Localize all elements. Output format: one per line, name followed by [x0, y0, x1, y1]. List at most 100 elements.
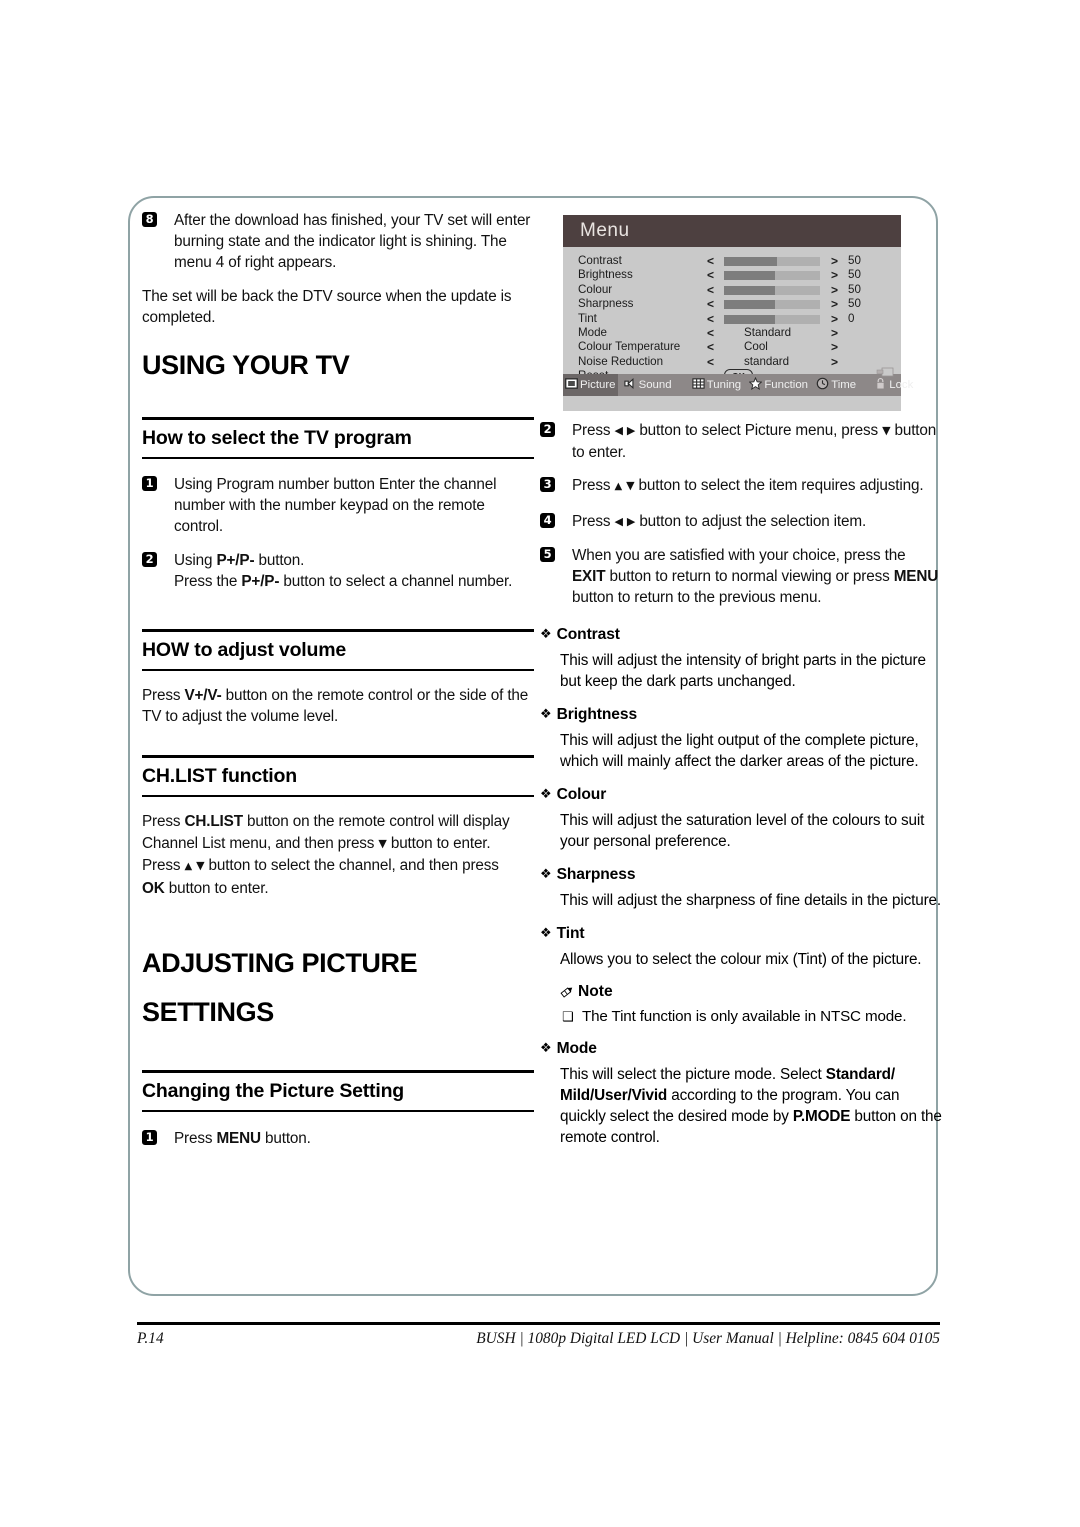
osd-tab-function-label: Function [764, 379, 809, 391]
note-item-text: The Tint function is only available in N… [582, 1008, 907, 1026]
osd-tab-lock[interactable]: Lock [872, 374, 916, 396]
feature-title-brightness: ❖ Brightness [540, 705, 942, 726]
osd-tab-function[interactable]: Function [747, 374, 811, 396]
page-title-settings: SETTINGS [142, 997, 274, 1028]
osd-decrease-icon[interactable]: < [707, 268, 714, 282]
volume-body-bold: V+/V- [184, 687, 222, 705]
volume-body-pre: Press [142, 687, 185, 705]
osd-row-noise-reduction[interactable]: Noise Reduction < standard > [563, 355, 901, 369]
osd-tab-time[interactable]: Time [814, 374, 859, 396]
osd-label-sharpness: Sharpness [578, 297, 634, 311]
osd-increase-icon[interactable]: > [831, 297, 838, 311]
plug-connector-icon [876, 367, 894, 377]
osd-increase-icon[interactable]: > [831, 283, 838, 297]
diamond-bullet-icon: ❖ [540, 1041, 552, 1057]
picture-step-3-pre: Press [572, 477, 611, 495]
osd-row-mode[interactable]: Mode < Standard > [563, 326, 901, 340]
osd-row-contrast[interactable]: Contrast < > 50 [563, 254, 901, 268]
osd-tab-picture-label: Picture [580, 379, 616, 391]
picture-step-4-mid: button to adjust the selection item. [639, 512, 867, 530]
osd-increase-icon[interactable]: > [831, 355, 838, 369]
osd-increase-icon[interactable]: > [831, 254, 838, 268]
right-arrow-icon: ▶ [626, 424, 636, 437]
pencil-icon [560, 987, 573, 999]
section-header-chlist: CH.LIST function [142, 755, 534, 798]
section-title-changing-picture-setting: Changing the Picture Setting [142, 1080, 404, 1103]
osd-decrease-icon[interactable]: < [707, 355, 714, 369]
osd-increase-icon[interactable]: > [831, 340, 838, 354]
program-step-2-line1-post: button. [254, 551, 305, 569]
changing-step-1-pre: Press [174, 1130, 217, 1148]
step-number-badge: 2 [540, 422, 555, 437]
footer-rule [137, 1322, 940, 1325]
osd-label-mode: Mode [578, 325, 608, 339]
feature-title-tint-label: Tint [556, 925, 585, 943]
osd-decrease-icon[interactable]: < [707, 340, 714, 354]
step-number-badge: 4 [540, 512, 555, 528]
osd-option-noise-reduction: standard [744, 354, 790, 368]
osd-tab-bar: Picture Sound Tuning Function Time Lock [563, 367, 913, 396]
grid-icon [692, 378, 705, 389]
osd-label-colour-temperature: Colour Temperature [578, 340, 681, 354]
osd-bar-colour[interactable] [724, 285, 820, 295]
osd-bar-sharpness[interactable] [724, 300, 820, 310]
manual-page: 8 After the download has finished, your … [0, 0, 1080, 1527]
feature-body-tint: Allows you to select the colour mix (Tin… [560, 951, 922, 969]
osd-increase-icon[interactable]: > [831, 312, 838, 326]
osd-label-colour: Colour [578, 282, 613, 296]
footer-meta: BUSH | 1080p Digital LED LCD | User Manu… [476, 1330, 940, 1347]
feature-title-colour-label: Colour [556, 786, 607, 804]
note-item: ❑ The Tint function is only available in… [540, 1006, 942, 1027]
right-arrow-icon: ▶ [626, 514, 636, 528]
step-number-badge: 8 [142, 212, 157, 227]
feature-title-contrast: ❖ Contrast [540, 625, 942, 646]
left-arrow-icon: ◀ [614, 514, 623, 528]
step-number-badge: 2 [142, 551, 157, 567]
osd-value-sharpness: 50 [848, 297, 861, 311]
diamond-bullet-icon: ❖ [540, 707, 552, 723]
picture-step-4-pre: Press [572, 512, 611, 530]
feature-body-brightness: This will adjust the light output of the… [560, 732, 919, 771]
osd-decrease-icon[interactable]: < [707, 254, 714, 268]
feature-title-colour: ❖ Colour [540, 785, 942, 806]
osd-value-tint: 0 [848, 311, 855, 325]
osd-bar-tint[interactable] [724, 314, 820, 324]
changing-step-1: 1 Press MENU button. [142, 1128, 534, 1149]
feature-title-mode: ❖ Mode [540, 1039, 942, 1060]
osd-row-colour-temperature[interactable]: Colour Temperature < Cool > [563, 340, 901, 354]
osd-tab-sound[interactable]: Sound [622, 374, 675, 396]
program-step-2-line1-bold: P+/P- [216, 551, 255, 569]
osd-decrease-icon[interactable]: < [707, 283, 714, 297]
osd-increase-icon[interactable]: > [831, 268, 838, 282]
section-title-chlist: CH.LIST function [142, 765, 297, 788]
osd-tab-picture[interactable]: Picture [563, 374, 619, 396]
picture-step-2-mid: button to select Picture menu, press [639, 422, 878, 439]
down-arrow-icon: ▼ [196, 858, 205, 872]
note-heading-label: Note [578, 983, 613, 1001]
program-step-2-line2-pre: Press the [174, 572, 242, 590]
step-number-badge: 5 [540, 546, 555, 562]
osd-tab-tuning[interactable]: Tuning [690, 374, 744, 396]
picture-icon [565, 378, 578, 389]
osd-decrease-icon[interactable]: < [707, 326, 714, 340]
osd-decrease-icon[interactable]: < [707, 312, 714, 326]
osd-bar-contrast[interactable] [724, 257, 820, 266]
feature-title-mode-label: Mode [556, 1040, 597, 1058]
osd-tab-tuning-label: Tuning [706, 379, 742, 391]
osd-row-tint[interactable]: Tint < > 0 [563, 312, 901, 326]
feature-body-sharpness: This will adjust the sharpness of fine d… [560, 892, 941, 910]
feature-title-tint: ❖ Tint [540, 924, 942, 945]
clock-icon [816, 377, 829, 390]
padlock-icon [876, 377, 885, 390]
feature-title-contrast-label: Contrast [556, 626, 620, 644]
osd-increase-icon[interactable]: > [831, 326, 838, 340]
mode-bold-pmode: P.MODE [792, 1108, 851, 1126]
chlist-p1-pre: Press [142, 813, 185, 831]
osd-row-colour[interactable]: Colour < > 50 [563, 283, 901, 297]
osd-row-brightness[interactable]: Brightness < > 50 [563, 268, 901, 282]
osd-bar-brightness[interactable] [724, 271, 820, 281]
speaker-icon [623, 377, 634, 390]
diamond-bullet-icon: ❖ [540, 627, 552, 643]
osd-row-sharpness[interactable]: Sharpness < > 50 [563, 297, 901, 311]
osd-decrease-icon[interactable]: < [707, 297, 714, 311]
